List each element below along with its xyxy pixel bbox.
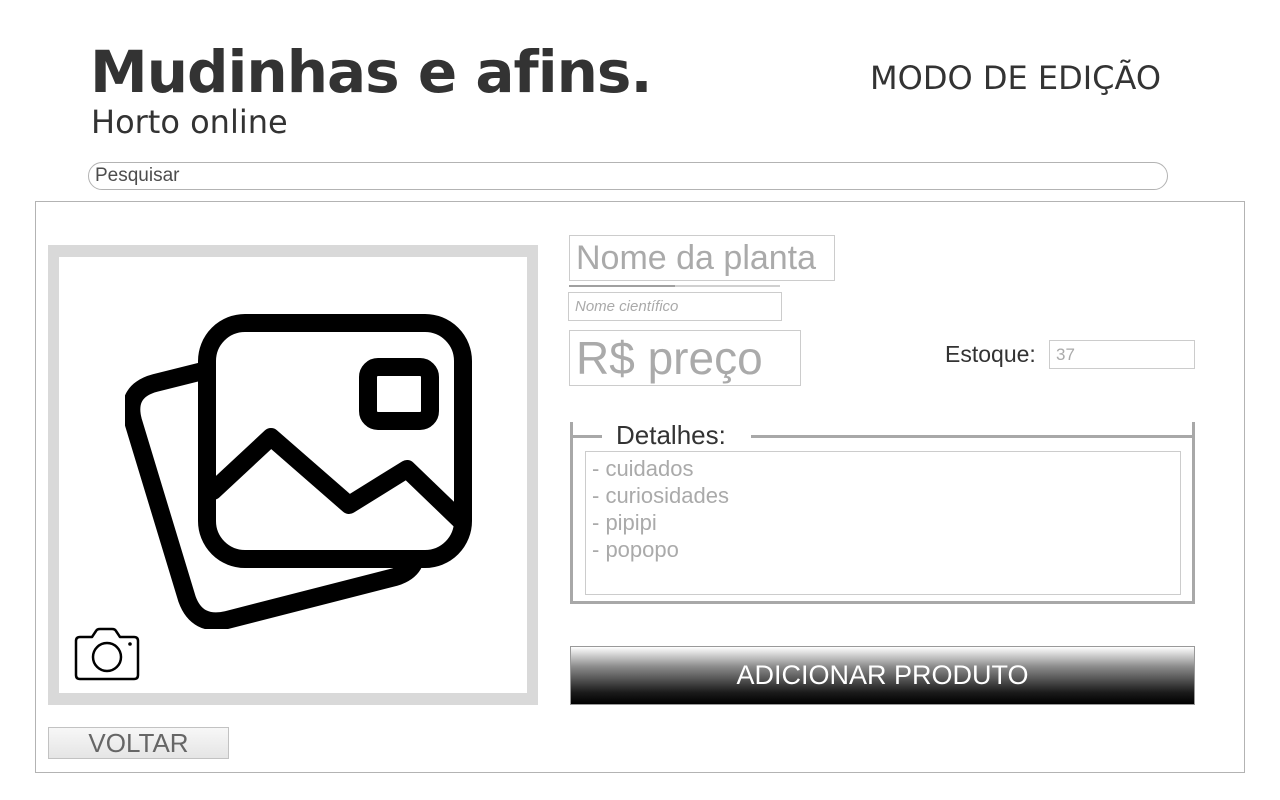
details-border-right xyxy=(751,435,1195,438)
product-image-frame[interactable] xyxy=(48,245,538,705)
price-input[interactable] xyxy=(569,330,801,386)
search-input[interactable] xyxy=(88,162,1168,190)
details-border-left xyxy=(570,435,602,438)
scientific-name-input[interactable] xyxy=(568,292,782,321)
camera-icon[interactable] xyxy=(72,625,140,681)
details-line: - curiosidades xyxy=(592,483,729,508)
details-line: - popopo xyxy=(592,537,679,562)
plant-name-input[interactable] xyxy=(569,235,835,281)
details-line: - cuidados xyxy=(592,456,694,481)
image-gallery-icon xyxy=(125,314,472,629)
details-textarea[interactable]: - cuidados - curiosidades - pipipi - pop… xyxy=(585,451,1181,595)
product-image-area[interactable] xyxy=(59,257,527,693)
details-legend: Detalhes: xyxy=(616,420,726,450)
brand-title: Mudinhas e afins. xyxy=(90,38,652,106)
name-underline-accent xyxy=(569,285,675,287)
add-product-button[interactable]: ADICIONAR PRODUTO xyxy=(570,646,1195,705)
stock-input[interactable] xyxy=(1049,340,1195,369)
brand-subtitle: Horto online xyxy=(91,103,288,141)
edit-mode-label: MODO DE EDIÇÃO xyxy=(870,59,1161,97)
stock-label: Estoque: xyxy=(945,341,1036,367)
details-line: - pipipi xyxy=(592,510,657,535)
back-button[interactable]: VOLTAR xyxy=(48,727,229,759)
